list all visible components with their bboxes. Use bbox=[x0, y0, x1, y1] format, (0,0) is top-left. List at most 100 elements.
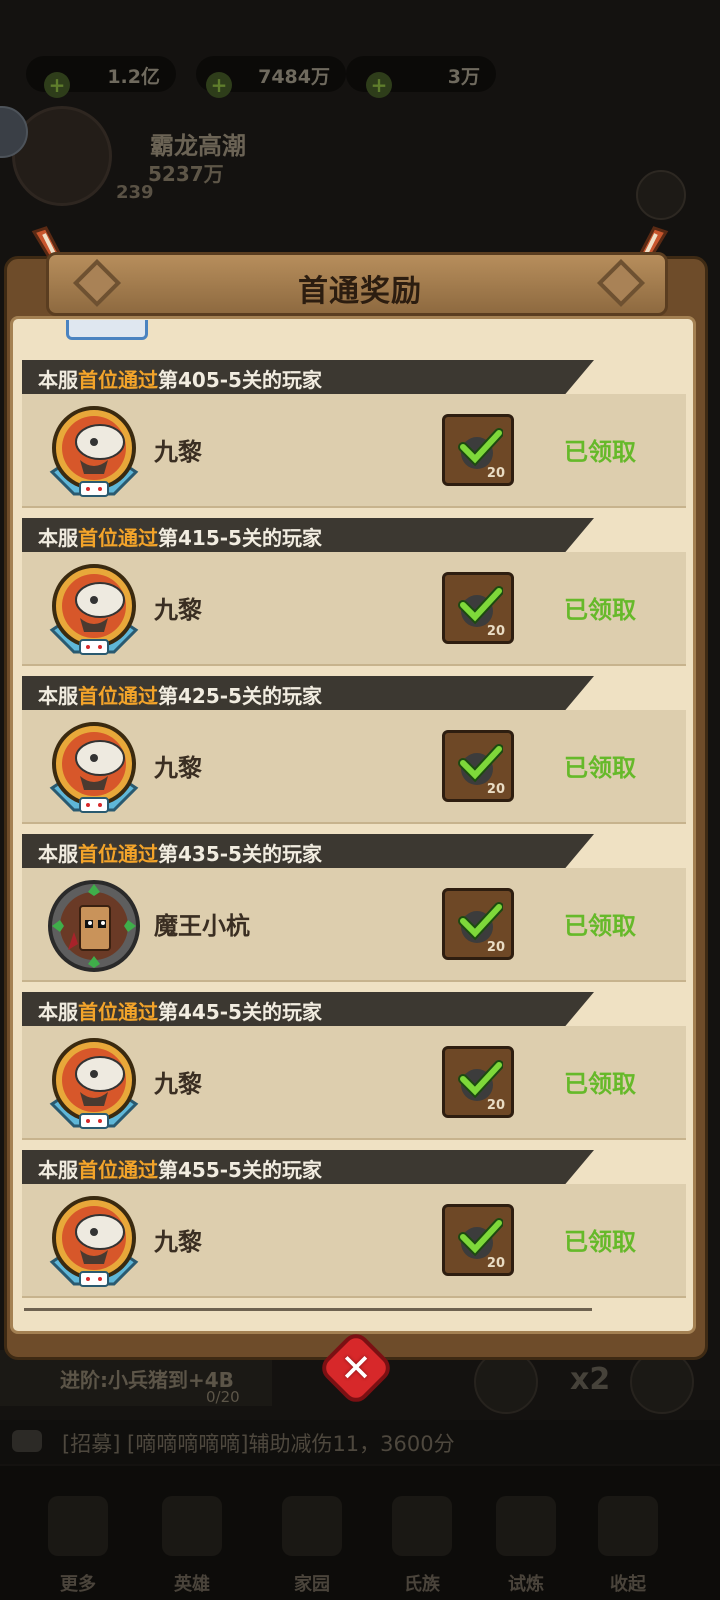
reward-item[interactable]: 20 bbox=[442, 572, 514, 644]
row-card: 九黎 20 已领取 bbox=[22, 1026, 686, 1140]
skull-warrior-avatar-icon[interactable] bbox=[44, 402, 144, 502]
player-level: 239 bbox=[116, 182, 154, 203]
menu-grid-icon bbox=[636, 170, 686, 220]
row-title-highlight: 首位通过 bbox=[78, 684, 158, 708]
row-title-prefix: 本服 bbox=[38, 1000, 78, 1024]
player-name: 九黎 bbox=[154, 438, 202, 466]
reward-list[interactable]: 本服首位通过第405-5关的玩家 九黎 20 已领取 本服首位通过第415-5关… bbox=[14, 320, 694, 1316]
row-title: 本服首位通过第415-5关的玩家 bbox=[22, 518, 594, 552]
player-name: 九黎 bbox=[154, 754, 202, 782]
row-card: 九黎 20 已领取 bbox=[22, 552, 686, 666]
row-title-suffix: 第455-5关的玩家 bbox=[158, 1158, 322, 1182]
reward-item[interactable]: 20 bbox=[442, 1046, 514, 1118]
row-title-highlight: 首位通过 bbox=[78, 526, 158, 550]
claimed-status: 已领取 bbox=[564, 1228, 636, 1256]
reward-count: 20 bbox=[486, 940, 505, 955]
row-card: 九黎 20 已领取 bbox=[22, 1184, 686, 1298]
row-title-highlight: 首位通过 bbox=[78, 368, 158, 392]
checkmark-icon bbox=[458, 428, 503, 469]
row-card: 魔王小杭 20 已领取 bbox=[22, 868, 686, 982]
avatar-badge-peek bbox=[66, 320, 148, 340]
claimed-status: 已领取 bbox=[564, 596, 636, 624]
list-item: 本服首位通过第435-5关的玩家 魔王小杭 20 已领取 bbox=[22, 834, 686, 984]
claimed-status: 已领取 bbox=[564, 1070, 636, 1098]
dialog-title: 首通奖励 bbox=[298, 274, 422, 309]
row-title-highlight: 首位通过 bbox=[78, 842, 158, 866]
nav-collapse: 收起 bbox=[610, 1574, 646, 1595]
list-bottom-divider bbox=[24, 1308, 592, 1311]
row-title-highlight: 首位通过 bbox=[78, 1158, 158, 1182]
checkmark-icon bbox=[458, 744, 503, 785]
reward-item[interactable]: 20 bbox=[442, 414, 514, 486]
row-title-suffix: 第405-5关的玩家 bbox=[158, 368, 322, 392]
reward-item[interactable]: 20 bbox=[442, 730, 514, 802]
nav-more: 更多 bbox=[60, 1574, 96, 1595]
reward-item[interactable]: 20 bbox=[442, 1204, 514, 1276]
row-title: 本服首位通过第405-5关的玩家 bbox=[22, 360, 594, 394]
player-name: 九黎 bbox=[154, 596, 202, 624]
row-title-prefix: 本服 bbox=[38, 526, 78, 550]
list-item: 本服首位通过第445-5关的玩家 九黎 20 已领取 bbox=[22, 992, 686, 1142]
row-card: 九黎 20 已领取 bbox=[22, 710, 686, 824]
chat-icon bbox=[12, 1430, 42, 1452]
list-item: 本服首位通过第455-5关的玩家 九黎 20 已领取 bbox=[22, 1150, 686, 1300]
claimed-status: 已领取 bbox=[564, 912, 636, 940]
checkmark-icon bbox=[458, 586, 503, 627]
reward-count: 20 bbox=[486, 624, 505, 639]
row-title-suffix: 第425-5关的玩家 bbox=[158, 684, 322, 708]
row-title-prefix: 本服 bbox=[38, 684, 78, 708]
collapse-icon bbox=[598, 1496, 658, 1556]
skull-warrior-avatar-icon[interactable] bbox=[44, 718, 144, 818]
row-title: 本服首位通过第445-5关的玩家 bbox=[22, 992, 594, 1026]
add-gem-icon: + bbox=[206, 72, 232, 98]
add-stamina-icon: + bbox=[366, 72, 392, 98]
row-title-suffix: 第445-5关的玩家 bbox=[158, 1000, 322, 1024]
claimed-status: 已领取 bbox=[564, 438, 636, 466]
speed-label: x2 bbox=[570, 1362, 611, 1397]
list-item: 本服首位通过第415-5关的玩家 九黎 20 已领取 bbox=[22, 518, 686, 668]
player-name: 霸龙高潮 bbox=[150, 132, 246, 160]
chat-message: [招募] [嘀嘀嘀嘀嘀]辅助减伤11，3600分 bbox=[62, 1432, 455, 1456]
player-name: 九黎 bbox=[154, 1070, 202, 1098]
nav-trial: 试炼 bbox=[508, 1574, 544, 1595]
hero-icon bbox=[162, 1496, 222, 1556]
row-title-suffix: 第435-5关的玩家 bbox=[158, 842, 322, 866]
tribal-mask-avatar-icon[interactable] bbox=[44, 876, 144, 976]
skull-warrior-avatar-icon[interactable] bbox=[44, 1034, 144, 1134]
skull-warrior-avatar-icon[interactable] bbox=[44, 560, 144, 660]
nav-hero: 英雄 bbox=[174, 1574, 210, 1595]
close-icon[interactable]: ✕ bbox=[328, 1340, 384, 1396]
row-title-prefix: 本服 bbox=[38, 1158, 78, 1182]
checkmark-icon bbox=[458, 1218, 503, 1259]
row-card: 九黎 20 已领取 bbox=[22, 394, 686, 508]
reward-item[interactable]: 20 bbox=[442, 888, 514, 960]
player-name: 魔王小杭 bbox=[154, 912, 250, 940]
row-title: 本服首位通过第435-5关的玩家 bbox=[22, 834, 594, 868]
checkmark-icon bbox=[458, 902, 503, 943]
more-icon bbox=[48, 1496, 108, 1556]
home-icon bbox=[282, 1496, 342, 1556]
row-title: 本服首位通过第425-5关的玩家 bbox=[22, 676, 594, 710]
row-title-suffix: 第415-5关的玩家 bbox=[158, 526, 322, 550]
player-name: 九黎 bbox=[154, 1228, 202, 1256]
trial-icon bbox=[496, 1496, 556, 1556]
row-title: 本服首位通过第455-5关的玩家 bbox=[22, 1150, 594, 1184]
add-gold-icon: + bbox=[44, 72, 70, 98]
reward-count: 20 bbox=[486, 1256, 505, 1271]
player-power: 5237万 bbox=[148, 162, 224, 186]
row-title-highlight: 首位通过 bbox=[78, 1000, 158, 1024]
reward-count: 20 bbox=[486, 466, 505, 481]
nav-clan: 氏族 bbox=[404, 1574, 440, 1595]
claimed-status: 已领取 bbox=[564, 754, 636, 782]
clan-icon bbox=[392, 1496, 452, 1556]
quest-count: 0/20 bbox=[206, 1388, 240, 1406]
list-item: 本服首位通过第405-5关的玩家 九黎 20 已领取 bbox=[22, 360, 686, 510]
skull-warrior-avatar-icon[interactable] bbox=[44, 1192, 144, 1292]
nav-home: 家园 bbox=[294, 1574, 330, 1595]
reward-count: 20 bbox=[486, 1098, 505, 1113]
row-title-prefix: 本服 bbox=[38, 368, 78, 392]
player-avatar bbox=[12, 106, 112, 206]
row-title-prefix: 本服 bbox=[38, 842, 78, 866]
checkmark-icon bbox=[458, 1060, 503, 1101]
reward-count: 20 bbox=[486, 782, 505, 797]
